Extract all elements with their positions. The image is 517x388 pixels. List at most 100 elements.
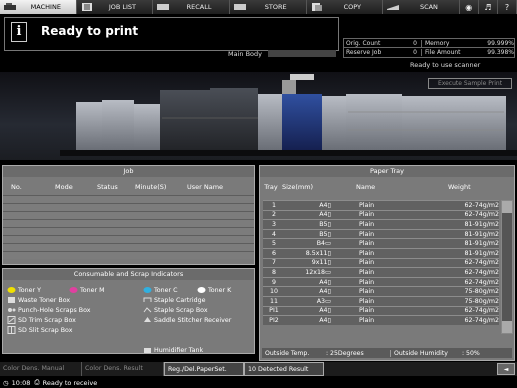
paper-tray-title: Paper Tray (260, 166, 514, 177)
table-row[interactable]: 4 B5▯ Plain 81-91g/m2 (263, 228, 499, 239)
tray-cell-tray: 7 (271, 259, 276, 267)
volume-icon: ♬ (484, 2, 492, 12)
list-item[interactable] (3, 195, 254, 203)
tray-cell-name: Plain (359, 249, 375, 257)
staple-cartridge-icon (143, 296, 152, 304)
globe-icon: ◉ (465, 2, 473, 12)
list-item[interactable] (3, 211, 254, 219)
tray-cell-size: 12x18▭ (305, 268, 331, 276)
tab-scan[interactable]: SCAN (383, 0, 460, 14)
tab-job-list[interactable]: JOB LIST (76, 0, 154, 14)
scroll-up-button[interactable] (502, 201, 512, 213)
toner-m-icon (69, 286, 78, 294)
detected-result-tab[interactable]: 10 Detected Result (244, 362, 324, 376)
list-item[interactable] (3, 219, 254, 227)
machine-diagram[interactable]: Execute Sample Print (0, 72, 517, 160)
list-item[interactable] (3, 243, 254, 251)
tab-machine[interactable]: MACHINE (0, 0, 77, 14)
table-row[interactable]: PI1 A4▯ Plain 62-74g/m2 (263, 305, 499, 316)
tray-cell-tray: PI2 (269, 316, 279, 324)
memory-value: 99.999% (487, 39, 514, 47)
tray-cell-size: A4▯ (319, 316, 331, 324)
toner-y-indicator: Toner Y (7, 286, 41, 294)
tray-cell-weight: 81-91g/m2 (464, 230, 499, 238)
table-row[interactable]: 3 B5▯ Plain 81-91g/m2 (263, 219, 499, 229)
receive-icon: ⎙ (34, 378, 40, 386)
list-item[interactable] (3, 227, 254, 235)
color-dens-manual-tab[interactable]: Color Dens. Manual (0, 362, 82, 376)
tray-col-tray: Tray (264, 183, 278, 191)
tray-cell-name: Plain (359, 230, 375, 238)
volume-button[interactable]: ♬ (478, 0, 498, 14)
job-columns: No. Mode Status Minute(S) User Name (3, 183, 254, 193)
tray-cell-size: B4▭ (316, 240, 331, 248)
tray-cell-name: Plain (359, 259, 375, 267)
sd-slit-icon (7, 326, 16, 334)
tab-copy[interactable]: COPY (306, 0, 384, 14)
tray-cell-tray: 11 (269, 297, 278, 305)
waste-toner-icon (7, 296, 16, 304)
memory-label: Memory (425, 39, 450, 47)
table-row[interactable]: 2 A4▯ Plain 62-74g/m2 (263, 209, 499, 220)
outside-humidity-value: : 50% (462, 349, 480, 357)
list-item[interactable] (3, 235, 254, 243)
color-dens-result-tab[interactable]: Color Dens. Result (82, 362, 164, 376)
tray-cell-name: Plain (359, 297, 375, 305)
globe-button[interactable]: ◉ (459, 0, 479, 14)
punch-hole-icon (7, 306, 16, 314)
scroll-down-button[interactable] (502, 321, 512, 333)
tray-cell-size: 8.5x11▯ (305, 249, 331, 257)
tray-cell-tray: 1 (271, 201, 276, 209)
table-row[interactable]: 10 A4▯ Plain 75-80g/m2 (263, 286, 499, 296)
tab-store[interactable]: STORE (229, 0, 307, 14)
job-col-minute: Minute(S) (135, 183, 167, 191)
table-row[interactable]: 7 9x11▯ Plain 62-74g/m2 (263, 257, 499, 268)
consumables-panel: Consumable and Scrap Indicators Toner Y … (2, 268, 255, 354)
tray-cell-weight: 81-91g/m2 (464, 240, 499, 248)
tray-cell-size: A4▯ (319, 307, 331, 315)
tray-list[interactable]: 1 A4▯ Plain 62-74g/m2 2 A4▯ Plain 62-74g/m2 3 B5▯… (263, 200, 499, 325)
tray-scrollbar[interactable] (501, 200, 513, 334)
store-icon (233, 3, 246, 11)
job-col-no: No. (11, 183, 22, 191)
tray-cell-weight: 62-74g/m2 (464, 211, 499, 219)
tray-cell-tray: 3 (271, 220, 276, 228)
job-col-status: Status (97, 183, 118, 191)
list-item[interactable] (3, 251, 254, 259)
tray-cell-size: A4▯ (319, 288, 331, 296)
tray-cell-tray: PI1 (269, 307, 279, 315)
table-row[interactable]: 1 A4▯ Plain 62-74g/m2 (263, 200, 499, 210)
toner-c-icon (143, 286, 152, 294)
tray-cell-weight: 62-74g/m2 (464, 201, 499, 209)
toner-c-indicator: Toner C (143, 286, 177, 294)
tray-cell-name: Plain (359, 307, 375, 315)
tray-cell-size: A4▯ (319, 201, 331, 209)
toner-k-indicator: Toner K (197, 286, 231, 294)
table-row[interactable]: 9 A4▯ Plain 62-74g/m2 (263, 276, 499, 287)
tray-cell-weight: 81-91g/m2 (464, 220, 499, 228)
tray-cell-name: Plain (359, 278, 375, 286)
tab-recall[interactable]: RECALL (153, 0, 230, 14)
header-area: i Ready to print Main Body Orig. Count 0… (0, 15, 517, 72)
reg-del-paperset-tab[interactable]: Reg./Del.PaperSet. (164, 362, 244, 376)
table-row[interactable]: PI2 A4▯ Plain 62-74g/m2 (263, 315, 499, 325)
table-row[interactable]: 6 8.5x11▯ Plain 81-91g/m2 (263, 247, 499, 258)
back-button[interactable]: ◄ (497, 363, 515, 375)
reserve-job-value: 0 (388, 49, 422, 56)
staple-scrap-indicator: Staple Scrap Box (143, 306, 208, 314)
scanner-status: Ready to use scanner (410, 61, 481, 69)
tray-cell-name: Plain (359, 288, 375, 296)
tray-cell-weight: 62-74g/m2 (464, 316, 499, 324)
table-row[interactable]: 8 12x18▭ Plain 62-74g/m2 (263, 267, 499, 277)
tray-cell-name: Plain (359, 240, 375, 248)
table-row[interactable]: 11 A3▭ Plain 75-80g/m2 (263, 295, 499, 306)
job-list-icon (81, 3, 93, 11)
list-item[interactable] (3, 203, 254, 211)
job-list[interactable] (3, 195, 254, 259)
help-button[interactable]: ? (497, 0, 517, 14)
tray-cell-size: B5▯ (319, 220, 331, 228)
table-row[interactable]: 5 B4▭ Plain 81-91g/m2 (263, 238, 499, 248)
tray-cell-weight: 62-74g/m2 (464, 307, 499, 315)
tray-cell-tray: 10 (269, 288, 278, 296)
status-bar: ◷ 10:08 ⎙ Ready to receive (0, 377, 517, 388)
